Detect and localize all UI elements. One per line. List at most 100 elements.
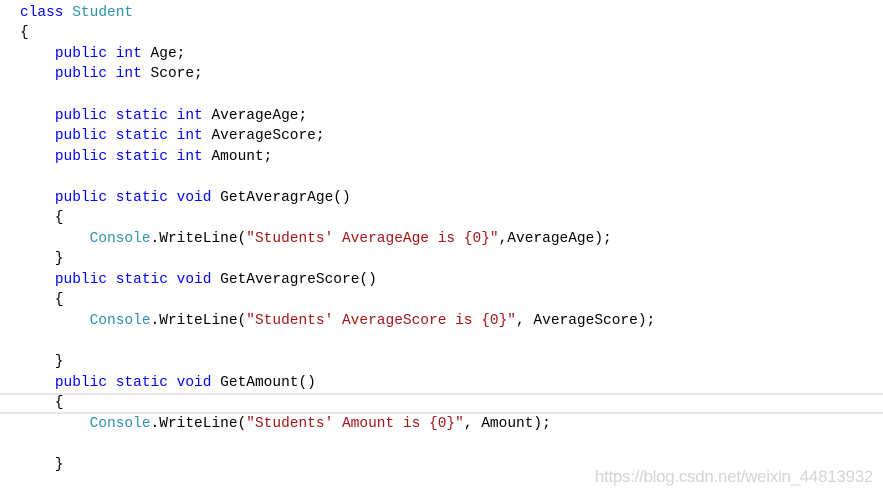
- code-token: , AverageScore);: [516, 313, 656, 329]
- string-token: "Students' AverageAge is {0}": [246, 230, 499, 247]
- code-editor[interactable]: class Student{ public int Age; public in…: [0, 3, 883, 476]
- code-line[interactable]: public static void GetAveragreScore(): [0, 270, 883, 291]
- code-line[interactable]: [0, 332, 883, 353]
- code-line[interactable]: [0, 85, 883, 106]
- code-line[interactable]: Console.WriteLine("Students' AverageAge …: [0, 229, 883, 250]
- keyword-token: public: [54, 45, 108, 62]
- code-line-current[interactable]: {: [0, 393, 883, 414]
- watermark: https://blog.csdn.net/weixin_44813932: [594, 467, 873, 486]
- keyword-token: static: [115, 128, 168, 145]
- code-token: .WriteLine(: [150, 415, 247, 432]
- code-line[interactable]: }: [0, 249, 883, 270]
- code-token: Score;: [141, 66, 203, 83]
- keyword-token: void: [176, 189, 212, 206]
- code-token: AverageAge;: [202, 107, 308, 124]
- type-token: Console: [89, 415, 151, 432]
- code-line[interactable]: {: [0, 290, 883, 311]
- string-token: "Students' Amount is {0}": [246, 415, 464, 432]
- code-token: Amount;: [202, 148, 273, 165]
- code-line[interactable]: [0, 434, 883, 455]
- keyword-token: int: [176, 107, 203, 124]
- code-token: {: [20, 292, 64, 309]
- code-line[interactable]: public static void GetAveragrAge(): [0, 188, 883, 209]
- code-token: GetAmount(): [211, 374, 316, 391]
- keyword-token: public: [54, 66, 108, 83]
- keyword-token: void: [176, 271, 212, 288]
- keyword-token: static: [115, 374, 168, 391]
- code-token: }: [20, 456, 64, 473]
- code-line[interactable]: public static void GetAmount(): [0, 373, 883, 394]
- keyword-token: static: [115, 107, 168, 124]
- code-token: {: [20, 395, 64, 412]
- code-token: , Amount);: [463, 415, 551, 432]
- code-token: GetAveragreScore(): [211, 271, 377, 288]
- code-line[interactable]: [0, 167, 883, 188]
- code-line[interactable]: Console.WriteLine("Students' AverageScor…: [0, 311, 883, 332]
- keyword-token: int: [115, 66, 142, 83]
- keyword-token: public: [54, 148, 108, 165]
- keyword-token: class: [20, 4, 64, 21]
- code-line[interactable]: public int Score;: [0, 64, 883, 85]
- keyword-token: public: [54, 189, 108, 206]
- keyword-token: public: [54, 271, 108, 288]
- code-token: ,AverageAge);: [498, 230, 612, 247]
- code-token: Age;: [141, 45, 186, 62]
- code-line[interactable]: {: [0, 208, 883, 229]
- code-token: }: [20, 251, 64, 268]
- code-line[interactable]: public static int AverageAge;: [0, 106, 883, 127]
- code-token: {: [20, 25, 29, 42]
- code-line[interactable]: Console.WriteLine("Students' Amount is {…: [0, 414, 883, 435]
- keyword-token: public: [54, 128, 108, 145]
- code-token: GetAveragrAge(): [211, 189, 351, 206]
- code-token: }: [20, 354, 64, 371]
- code-line[interactable]: }: [0, 352, 883, 373]
- type-token: Console: [89, 313, 151, 329]
- code-line[interactable]: {: [0, 23, 883, 44]
- code-token: .WriteLine(: [150, 313, 247, 329]
- code-token: .WriteLine(: [150, 230, 247, 247]
- keyword-token: int: [176, 148, 203, 165]
- keyword-token: void: [176, 374, 212, 391]
- type-token: Student: [72, 4, 134, 21]
- code-token: AverageScore;: [202, 128, 325, 145]
- keyword-token: int: [176, 128, 203, 145]
- code-line[interactable]: public static int Amount;: [0, 147, 883, 168]
- code-line[interactable]: public static int AverageScore;: [0, 126, 883, 147]
- keyword-token: static: [115, 148, 168, 165]
- code-line[interactable]: class Student: [0, 3, 883, 24]
- code-line[interactable]: public int Age;: [0, 44, 883, 65]
- code-token: {: [20, 210, 64, 227]
- keyword-token: static: [115, 189, 168, 206]
- keyword-token: public: [54, 107, 108, 124]
- keyword-token: public: [54, 374, 108, 391]
- string-token: "Students' AverageScore is {0}": [246, 313, 517, 329]
- keyword-token: int: [115, 45, 142, 62]
- keyword-token: static: [115, 271, 168, 288]
